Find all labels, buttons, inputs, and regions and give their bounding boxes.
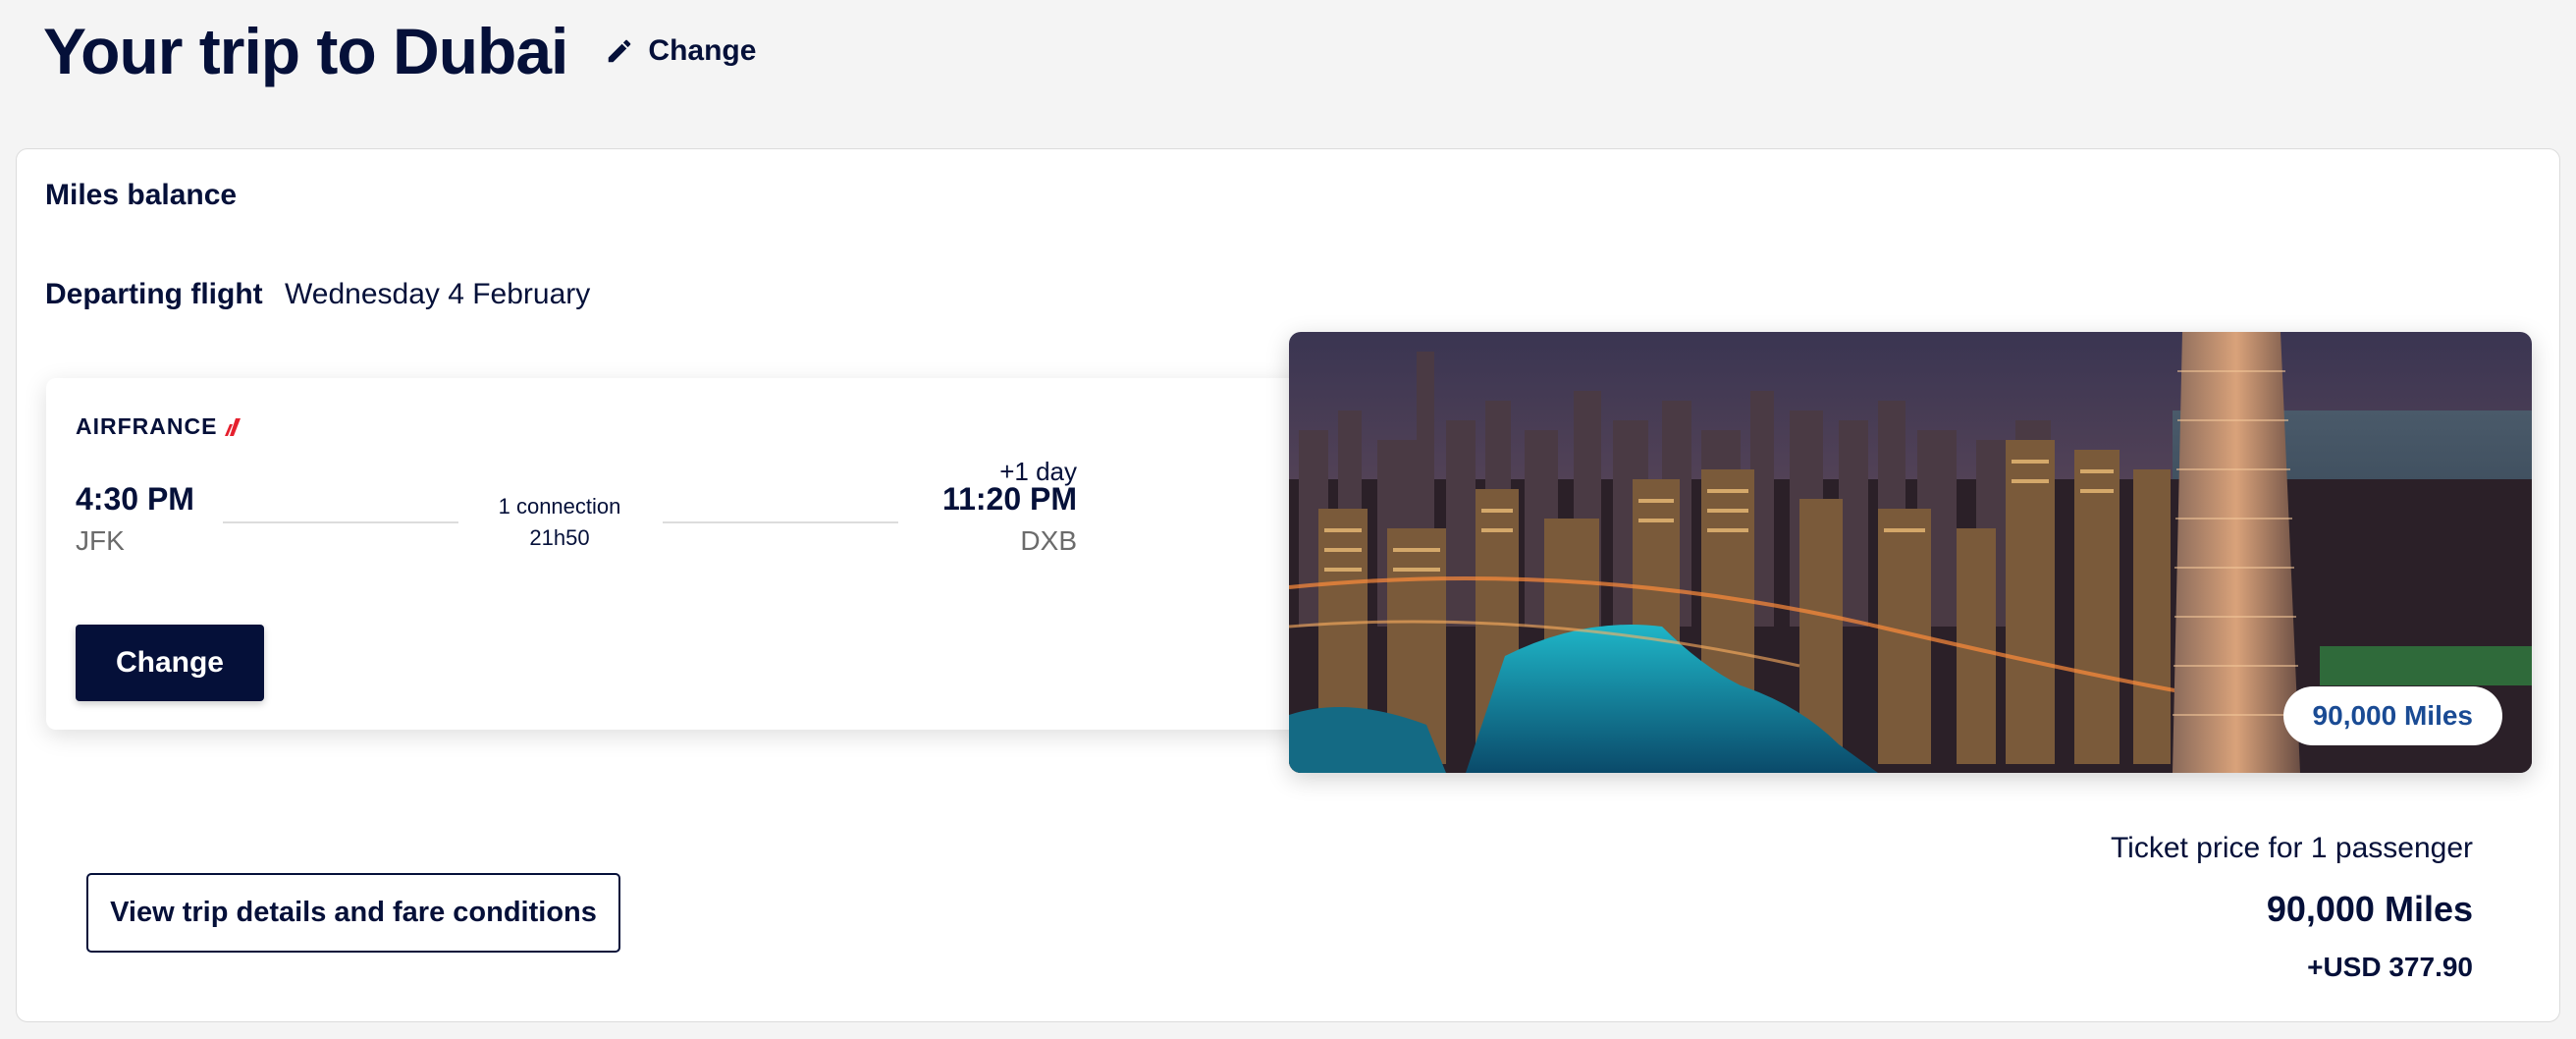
route-line-left — [223, 521, 458, 523]
departing-flight-label: Departing flight — [45, 278, 263, 310]
route-line-right — [663, 521, 898, 523]
departure-airport: JFK — [76, 525, 125, 556]
airline-name: AIRFRANCE — [76, 413, 218, 439]
page-title: Your trip to Dubai — [43, 15, 568, 87]
connection-count: 1 connection — [498, 494, 621, 519]
pencil-icon — [609, 39, 631, 63]
departing-flight-heading: Departing flight Wednesday 4 February — [45, 278, 590, 311]
change-flight-button[interactable]: Change — [76, 625, 264, 701]
destination-image: 90,000 Miles — [1289, 332, 2532, 773]
miles-balance-label: Miles balance — [45, 179, 238, 211]
arrival-time: 11:20 PM — [942, 481, 1077, 517]
flight-duration: 21h50 — [529, 525, 590, 550]
page-header: Your trip to Dubai Change — [43, 6, 756, 96]
airline-swoosh-icon — [225, 417, 242, 436]
price-miles: 90,000 Miles — [2266, 889, 2473, 929]
change-destination-label: Change — [648, 34, 757, 67]
view-trip-details-button[interactable]: View trip details and fare conditions — [86, 873, 620, 953]
airline-logo: AIRFRANCE — [76, 413, 246, 440]
departure-time: 4:30 PM — [76, 481, 194, 517]
trip-card: Miles balance Departing flight Wednesday… — [16, 148, 2560, 1022]
price-summary: Ticket price for 1 passenger 90,000 Mile… — [2111, 832, 2473, 983]
miles-badge: 90,000 Miles — [2282, 686, 2502, 745]
change-destination-link[interactable]: Change — [605, 34, 756, 68]
price-label: Ticket price for 1 passenger — [2110, 832, 2473, 864]
price-usd: +USD 377.90 — [2307, 952, 2473, 982]
arrival-airport: DXB — [1020, 525, 1077, 556]
connection-info: 1 connection 21h50 — [468, 494, 651, 551]
departing-flight-date: Wednesday 4 February — [285, 278, 591, 310]
flight-card: AIRFRANCE 4:30 PM JFK 1 connection 21h50… — [46, 378, 1342, 730]
